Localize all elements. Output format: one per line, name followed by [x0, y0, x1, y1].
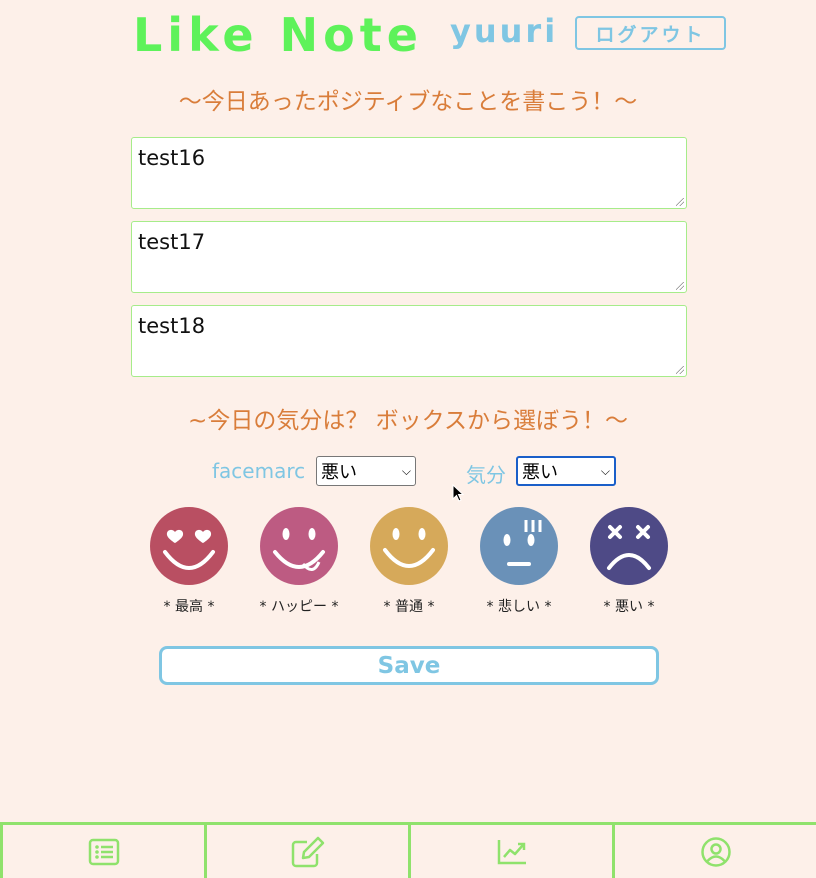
facemarc-label: facemarc	[212, 459, 306, 483]
positive-entry-3[interactable]: test18	[131, 305, 687, 377]
entry-text: test18	[138, 314, 206, 338]
dizzy-face-icon	[590, 507, 668, 585]
face-caption: * ハッピー *	[259, 599, 339, 615]
mood-heading: ~今日の気分は？ ボックスから選ぼう！〜	[188, 408, 628, 434]
chevron-down-icon: ⌵	[401, 463, 411, 478]
entry-text: test16	[138, 146, 206, 170]
mood-select-row: facemarc 悪い ⌵ 気分 悪い ⌵	[0, 456, 816, 487]
face-option-normal[interactable]: * 普通 *	[369, 506, 449, 616]
save-button[interactable]: Save	[159, 646, 659, 685]
facemarc-select[interactable]: 悪い ⌵	[316, 456, 416, 486]
smile-face-icon	[370, 507, 448, 585]
face-option-sad[interactable]: * 悲しい *	[479, 506, 559, 616]
worried-face-icon	[480, 507, 558, 585]
face-caption: * 普通 *	[383, 599, 435, 615]
face-option-happy[interactable]: * ハッピー *	[259, 506, 339, 616]
nav-chart[interactable]	[411, 825, 615, 878]
nav-list[interactable]	[0, 825, 207, 878]
kibun-selected-value: 悪い	[522, 462, 558, 483]
entry-text: test17	[138, 230, 206, 254]
nav-profile[interactable]	[615, 825, 816, 878]
username: yuuri	[450, 12, 559, 50]
chevron-down-icon: ⌵	[600, 463, 610, 478]
resize-grip-icon[interactable]	[676, 198, 684, 206]
face-option-best[interactable]: * 最高 *	[149, 506, 229, 616]
app-title: Like Note	[133, 8, 423, 62]
nav-edit[interactable]	[207, 825, 411, 878]
mouse-cursor-icon	[452, 484, 465, 502]
resize-grip-icon[interactable]	[676, 366, 684, 374]
positive-entry-2[interactable]: test17	[131, 221, 687, 293]
yummy-face-icon	[260, 507, 338, 585]
resize-grip-icon[interactable]	[676, 282, 684, 290]
chart-icon	[497, 839, 526, 864]
facemarc-selected-value: 悪い	[321, 462, 357, 483]
user-icon	[700, 836, 731, 867]
logout-button[interactable]: ログアウト	[575, 16, 726, 50]
bottom-nav	[0, 822, 816, 878]
positive-heading: 〜今日あったポジティブなことを書こう！〜	[178, 89, 638, 115]
positive-entry-1[interactable]: test16	[131, 137, 687, 209]
face-caption: * 悲しい *	[486, 599, 552, 615]
face-options: * 最高 * * ハッピー * * 普通 * * 悲しい * * 悪い *	[0, 506, 816, 616]
header: Like Note yuuri ログアウト	[0, 0, 816, 70]
face-caption: * 最高 *	[163, 599, 215, 615]
list-icon	[88, 838, 119, 865]
edit-icon	[291, 836, 324, 867]
heart-eyes-face-icon	[150, 507, 228, 585]
kibun-label: 気分	[466, 463, 506, 487]
kibun-select[interactable]: 悪い ⌵	[516, 456, 616, 486]
face-option-bad[interactable]: * 悪い *	[589, 506, 669, 616]
face-caption: * 悪い *	[603, 599, 655, 615]
